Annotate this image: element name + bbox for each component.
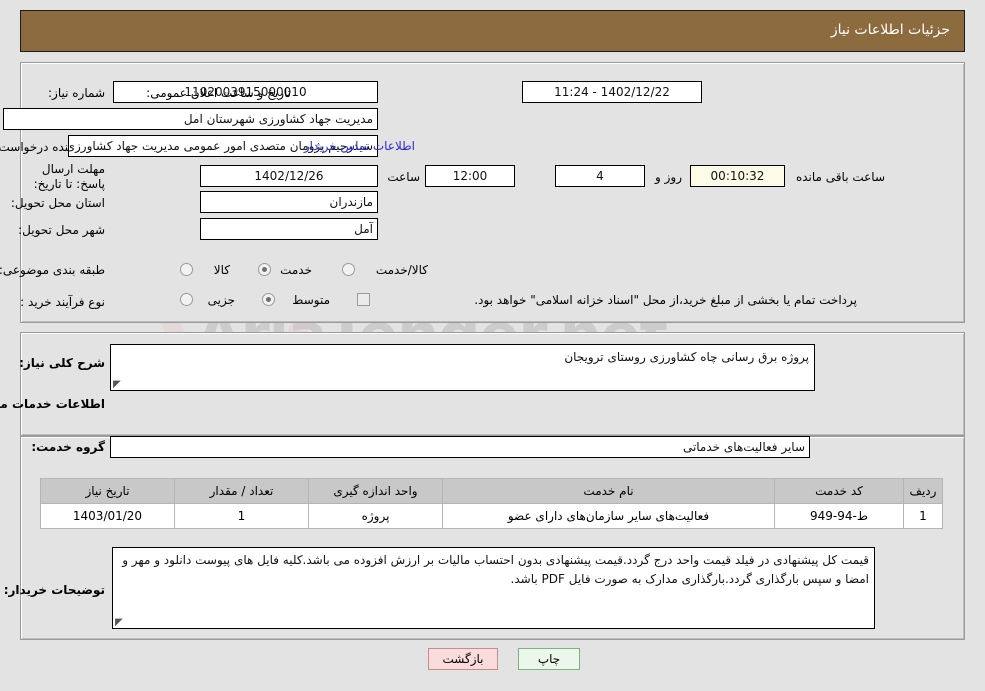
resize-grip-icon-notes[interactable]: ◥ [115, 617, 125, 628]
treasury-bond-checkbox[interactable] [357, 293, 370, 306]
description-text: پروژه برق رسانی چاه کشاورزی روستای ترویج… [564, 350, 809, 364]
need-number-label: شماره نیاز: [48, 86, 105, 100]
page-title: جزئیات اطلاعات نیاز [830, 22, 950, 38]
deadline-date-value: 1402/12/26 [200, 165, 378, 187]
category-option-kala-khedmat-label: کالا/خدمت [375, 263, 428, 277]
cell-service-code: ط-94-949 [774, 503, 904, 529]
table-header-unit: واحد اندازه گیری [308, 478, 443, 504]
deadline-countdown-value: 00:10:32 [690, 165, 785, 187]
description-label: شرح کلی نیاز: [19, 356, 105, 370]
table-header-row: ردیف کد خدمت نام خدمت واحد اندازه گیری ت… [40, 478, 943, 504]
buyer-notes-text: قیمت کل پیشنهادی در فیلد قیمت واحد درج گ… [122, 553, 869, 586]
province-value: مازندران [200, 191, 378, 213]
deadline-time-label: ساعت [387, 170, 420, 184]
services-section-heading: اطلاعات خدمات مورد نیاز [0, 397, 105, 411]
services-table: ردیف کد خدمت نام خدمت واحد اندازه گیری ت… [40, 478, 943, 529]
buyer-org-value: مدیریت جهاد کشاورزی شهرستان امل [3, 108, 378, 130]
cell-unit: پروژه [308, 503, 443, 529]
page-header: جزئیات اطلاعات نیاز [20, 10, 965, 52]
table-header-service-name: نام خدمت [442, 478, 775, 504]
city-value: آمل [200, 218, 378, 240]
category-label: طبقه بندی موضوعی: [0, 263, 105, 277]
deadline-days-value: 4 [555, 165, 645, 187]
category-option-khedmat-label: خدمت [280, 263, 312, 277]
table-row: 1 ط-94-949 فعالیت‌های سایر سازمان‌های دا… [40, 503, 943, 529]
table-header-need-date: تاریخ نیاز [40, 478, 175, 504]
deadline-label: مهلت ارسال پاسخ: تا تاریخ: [33, 162, 105, 191]
purchase-process-option-motevaset-label: متوسط [292, 293, 330, 307]
description-textarea[interactable]: پروژه برق رسانی چاه کشاورزی روستای ترویج… [110, 344, 815, 391]
category-radio-khedmat[interactable] [258, 263, 271, 276]
resize-grip-icon[interactable]: ◥ [113, 379, 123, 390]
purchase-process-radio-motevaset[interactable] [262, 293, 275, 306]
cell-row-index: 1 [903, 503, 943, 529]
category-radio-kala[interactable] [180, 263, 193, 276]
deadline-countdown-label: ساعت باقی مانده [795, 170, 885, 184]
deadline-time-value: 12:00 [425, 165, 515, 187]
buyer-contact-link[interactable]: اطلاعات تماس خریدار [304, 139, 415, 153]
announce-datetime-value: 11:24 - 1402/12/22 [522, 81, 702, 103]
purchase-process-label: نوع فرآیند خرید : [20, 295, 105, 309]
treasury-bond-checkbox-label: پرداخت تمام یا بخشی از مبلغ خرید،از محل … [474, 293, 857, 307]
cell-service-name: فعالیت‌های سایر سازمان‌های دارای عضو [442, 503, 775, 529]
province-label: استان محل تحویل: [10, 196, 105, 210]
city-label: شهر محل تحویل: [18, 223, 105, 237]
deadline-days-label: روز و [655, 170, 682, 184]
print-button[interactable]: چاپ [518, 648, 580, 670]
purchase-process-option-jozee-label: جزیی [207, 293, 235, 307]
announce-datetime-label: تاریخ و ساعت اعلان عمومی: [146, 86, 291, 100]
purchase-process-radio-jozee[interactable] [180, 293, 193, 306]
table-header-service-code: کد خدمت [774, 478, 904, 504]
back-button[interactable]: بازگشت [428, 648, 498, 670]
buyer-notes-label: توضیحات خریدار: [3, 583, 105, 597]
cell-quantity: 1 [174, 503, 309, 529]
category-option-kala-label: کالا [213, 263, 230, 277]
service-group-value: سایر فعالیت‌های خدماتی [110, 436, 810, 458]
table-header-quantity: تعداد / مقدار [174, 478, 309, 504]
buyer-notes-textarea[interactable]: قیمت کل پیشنهادی در فیلد قیمت واحد درج گ… [112, 547, 875, 629]
cell-need-date: 1403/01/20 [40, 503, 175, 529]
service-group-label: گروه خدمت: [31, 440, 105, 454]
category-radio-kala-khedmat[interactable] [342, 263, 355, 276]
table-header-row-index: ردیف [903, 478, 943, 504]
